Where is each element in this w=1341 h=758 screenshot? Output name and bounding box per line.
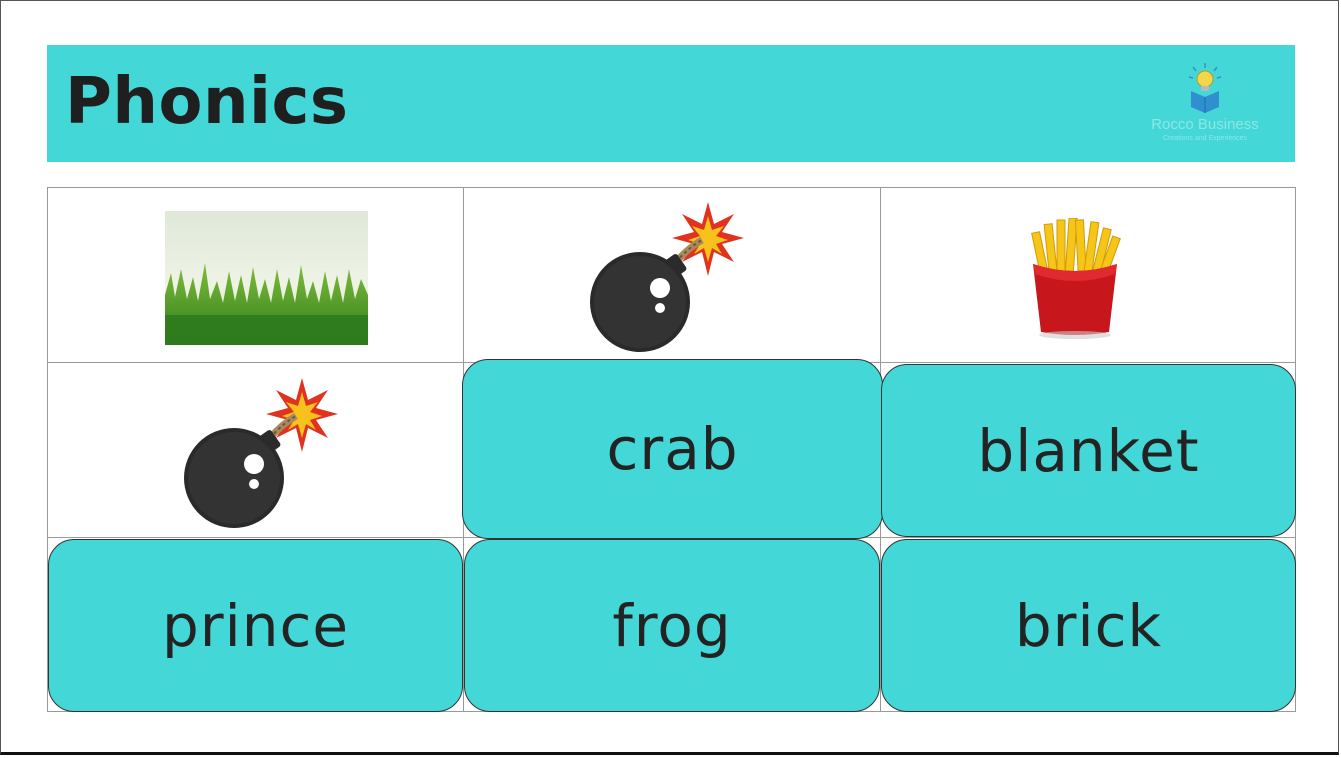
french-fries-icon (1025, 217, 1125, 340)
word-card-crab[interactable]: crab (462, 359, 883, 539)
bomb-icon (588, 200, 748, 355)
logo-tagline: Creations and Experiences (1162, 135, 1248, 142)
page-title: Phonics (65, 65, 349, 139)
word-card-brick[interactable]: brick (881, 539, 1296, 712)
lightbulb-icon (1188, 63, 1222, 113)
logo: Rocco Business Creations and Experiences (1137, 57, 1273, 153)
word-card-frog[interactable]: frog (464, 539, 880, 712)
word-card-blanket[interactable]: blanket (881, 364, 1296, 537)
header-band: Phonics Rocco Business Creations and Exp… (47, 45, 1295, 162)
word-card-prince[interactable]: prince (48, 539, 463, 712)
phonics-grid: crab blanket prince frog brick (47, 187, 1296, 712)
grass-picture (165, 211, 368, 345)
slide: Phonics Rocco Business Creations and Exp… (0, 0, 1339, 755)
logo-name: Rocco Business (1151, 116, 1259, 133)
bomb-icon (182, 376, 342, 531)
